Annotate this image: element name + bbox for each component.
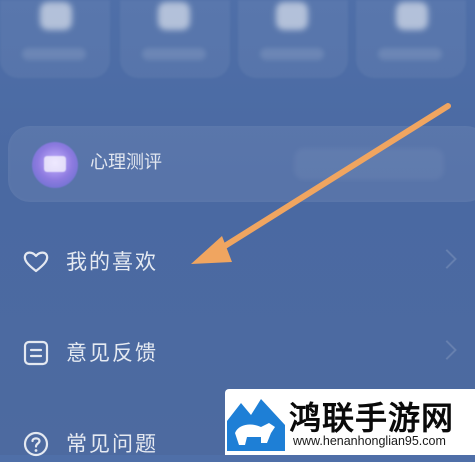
shortcut-label-2 [142,48,206,60]
shortcut-icon-2 [158,2,190,30]
heart-icon [23,251,49,273]
shortcut-icon-1 [40,2,72,30]
menu-item-feedback[interactable]: 意见反馈 [0,331,475,371]
shortcut-tile-4[interactable] [356,0,466,78]
watermark-brand: 鸿联手游网 [289,399,455,437]
watermark-url: www.henanhonglian95.com [293,434,446,448]
top-shortcut-row [0,0,475,80]
shortcut-tile-2[interactable] [120,0,230,78]
menu-item-label: 我的喜欢 [66,250,158,274]
shortcut-icon-3 [276,2,308,30]
psych-test-label: 心理测评 [90,152,162,173]
chevron-right-icon [437,340,457,360]
shortcut-label-3 [260,48,324,60]
shortcut-tile-3[interactable] [238,0,348,78]
psych-test-image-icon [32,142,78,188]
shortcut-label-1 [22,48,86,60]
shortcut-icon-4 [396,2,428,30]
menu-item-label: 常见问题 [66,432,158,456]
feedback-icon [23,340,49,366]
bull-logo-icon [227,393,285,451]
question-icon [23,431,49,457]
menu-item-label: 意见反馈 [66,341,158,365]
shortcut-label-4 [378,48,442,60]
menu-item-my-likes[interactable]: 我的喜欢 [0,240,475,280]
psych-test-action [294,148,444,180]
shortcut-tile-1[interactable] [0,0,110,78]
site-watermark: 鸿联手游网 www.henanhonglian95.com [225,389,475,455]
chevron-right-icon [437,249,457,269]
psych-test-card[interactable]: 心理测评 [8,126,475,202]
